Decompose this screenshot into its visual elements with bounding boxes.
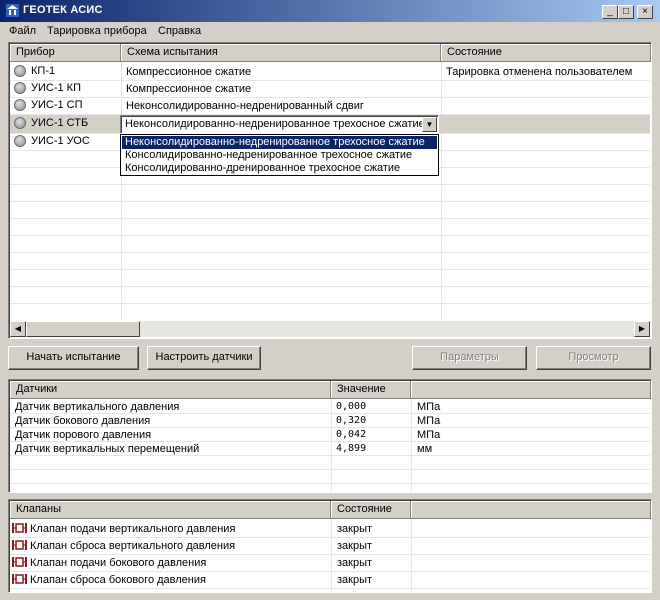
column-header-sensors[interactable]: Датчики [10,381,331,399]
column-header-status[interactable]: Состояние [441,44,651,62]
column-header-empty[interactable] [411,501,651,519]
table-row-selected[interactable]: УИС-1 СТБ [9,115,121,133]
valve-state: закрыт [337,557,373,569]
device-status: Тарировка отменена пользователем [446,66,633,78]
device-name: УИС-1 СП [31,99,83,111]
menu-bar: Файл Тарировка прибора Справка [0,22,660,41]
device-name: УИС-1 СТБ [31,117,89,129]
chevron-down-icon[interactable]: ▼ [422,117,437,132]
sensor-row[interactable]: Датчик вертикального давления 0,000 МПа [9,400,651,414]
scroll-right-icon[interactable]: ▶ [634,321,650,337]
sensor-value: 0,320 [336,415,367,426]
sensor-value: 4,899 [336,443,367,454]
device-name: УИС-1 КП [31,82,81,94]
sensor-row[interactable]: Датчик вертикальных перемещений 4,899 мм [9,442,651,456]
valve-icon [12,523,27,533]
close-button[interactable]: × [637,5,653,19]
valve-state: закрыт [337,574,373,586]
sensor-row[interactable]: Датчик порового давления 0,042 МПа [9,428,651,442]
status-led-icon [14,82,26,94]
dropdown-option[interactable]: Неконсолидированно-недренированное трехо… [122,136,437,149]
valve-name: Клапан сброса вертикального давления [30,540,236,552]
column-header-scheme[interactable]: Схема испытания [121,44,441,62]
menu-calibration[interactable]: Тарировка прибора [47,25,147,37]
dropdown-option[interactable]: Консолидированно-недренированное трехосн… [122,149,437,162]
device-name: КП-1 [31,65,56,77]
horizontal-scrollbar[interactable]: ◀ ▶ [10,321,650,337]
combo-value: Неконсолидированно-недренированное трехо… [125,118,425,130]
valve-row[interactable]: Клапан подачи бокового давления закрыт [9,554,651,571]
status-led-icon [14,117,26,129]
scroll-left-icon[interactable]: ◀ [10,321,26,337]
sensor-unit: МПа [417,429,441,441]
sensor-row[interactable]: Датчик бокового давления 0,320 МПа [9,414,651,428]
sensor-unit: МПа [417,401,441,413]
valve-icon [12,574,27,584]
table-row[interactable]: УИС-1 СП Неконсолидированно-недренирован… [9,97,651,114]
table-row[interactable]: КП-1 Компрессионное сжатие Тарировка отм… [9,63,651,80]
devices-table[interactable]: Прибор Схема испытания Состояние КП-1 Ко… [8,42,652,339]
valve-row[interactable]: Клапан подачи вертикального давления зак… [9,520,651,537]
valve-state: закрыт [337,523,373,535]
sensor-value: 0,000 [336,401,367,412]
configure-sensors-button[interactable]: Настроить датчики [147,346,261,370]
valve-icon [12,557,27,567]
scroll-thumb[interactable] [26,321,140,337]
valve-name: Клапан подачи бокового давления [30,557,207,569]
table-row[interactable]: УИС-1 КП Компрессионное сжатие [9,80,651,97]
sensor-unit: МПа [417,415,441,427]
sensor-name: Датчик вертикальных перемещений [15,443,200,455]
column-header-unit[interactable] [411,381,651,399]
valves-table[interactable]: Клапаны Состояние Клапан подачи вертикал… [8,499,652,593]
view-button[interactable]: Просмотр [536,346,651,370]
status-led-icon [14,135,26,147]
window-title: ГЕОТЕК АСИС [23,4,103,16]
minimize-button[interactable]: _ [602,5,618,19]
column-header-valves[interactable]: Клапаны [10,501,331,519]
start-test-button[interactable]: Начать испытание [8,346,139,370]
valve-row[interactable]: Клапан сброса бокового давления закрыт [9,571,651,588]
status-led-icon [14,65,26,77]
valve-name: Клапан подачи вертикального давления [30,523,236,535]
menu-help[interactable]: Справка [158,25,201,37]
device-scheme: Неконсолидированно-недренированный сдвиг [126,100,364,112]
device-scheme: Компрессионное сжатие [126,83,252,95]
status-led-icon [14,99,26,111]
column-header-device[interactable]: Прибор [10,44,121,62]
sensor-name: Датчик вертикального давления [15,401,180,413]
app-icon [6,4,19,17]
maximize-button[interactable]: □ [618,5,634,19]
device-name: УИС-1 УОС [31,135,90,147]
column-header-valve-state[interactable]: Состояние [331,501,411,519]
menu-file[interactable]: Файл [9,25,36,37]
sensor-unit: мм [417,443,433,455]
valve-name: Клапан сброса бокового давления [30,574,206,586]
valve-state: закрыт [337,540,373,552]
device-scheme: Компрессионное сжатие [126,66,252,78]
scheme-dropdown-list[interactable]: Неконсолидированно-недренированное трехо… [120,134,439,176]
test-scheme-combo[interactable]: Неконсолидированно-недренированное трехо… [120,115,439,134]
sensor-name: Датчик бокового давления [15,415,151,427]
sensor-name: Датчик порового давления [15,429,152,441]
column-header-value[interactable]: Значение [331,381,411,399]
sensor-value: 0,042 [336,429,367,440]
valve-row[interactable]: Клапан сброса вертикального давления зак… [9,537,651,554]
parameters-button[interactable]: Параметры [412,346,527,370]
dropdown-option[interactable]: Консолидированно-дренированное трехосное… [122,162,437,175]
title-bar[interactable]: ГЕОТЕК АСИС _ □ × [0,0,660,22]
sensors-table[interactable]: Датчики Значение Датчик вертикального да… [8,379,652,493]
valve-icon [12,540,27,550]
